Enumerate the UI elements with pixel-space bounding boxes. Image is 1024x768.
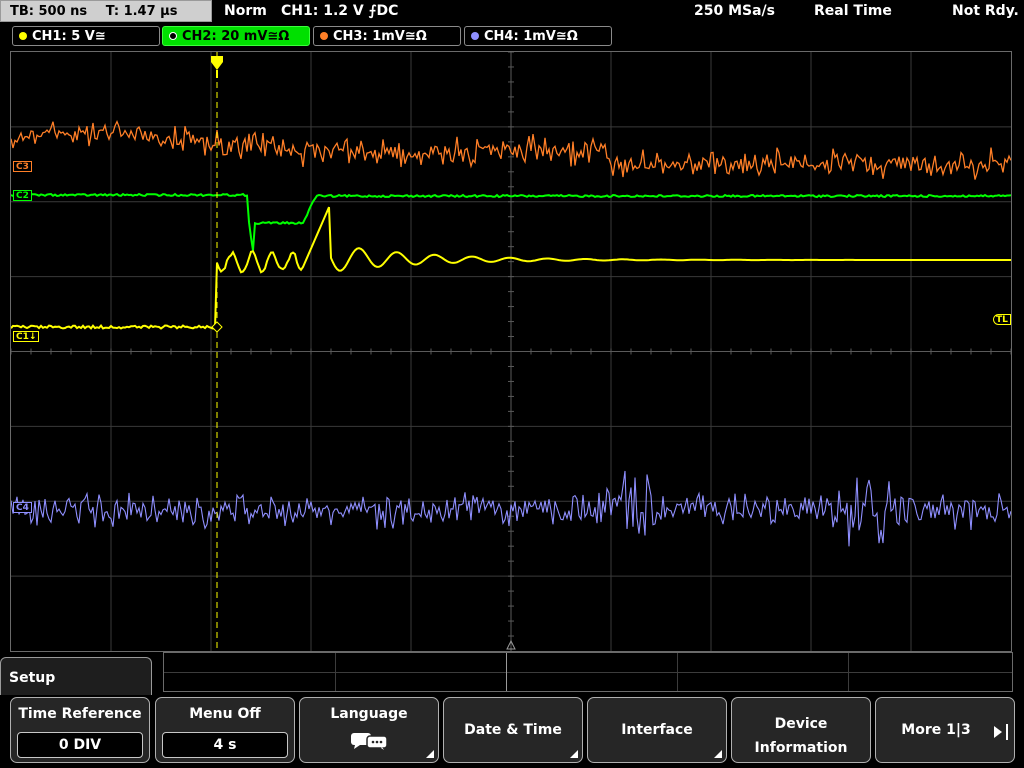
- time-reference-value: 0 DIV: [17, 732, 143, 758]
- trigger-time-label: T: 1.47 µs: [105, 4, 178, 19]
- ch3-dot-icon: [320, 32, 328, 40]
- interface-softkey[interactable]: Interface: [587, 697, 727, 763]
- ch1-offset-marker[interactable]: C1↓: [13, 331, 40, 342]
- ch4-offset-marker[interactable]: C4: [13, 502, 32, 513]
- trigger-setting-label[interactable]: CH1: 1.2 V ⨍DC: [281, 3, 398, 19]
- device-information-softkey[interactable]: Device Information: [731, 697, 871, 763]
- ch3-offset-marker[interactable]: C3: [13, 161, 32, 172]
- acquisition-state-label: Not Rdy.: [952, 3, 1019, 19]
- channel-tabs: CH1: 5 V≅ CH2: 20 mV≅Ω CH3: 1mV≅Ω CH4: 1…: [0, 26, 1024, 48]
- softkey-label: Time Reference: [18, 706, 142, 722]
- overview-gridline: [335, 653, 336, 691]
- acquisition-mode-label: Real Time: [814, 3, 892, 19]
- softkey-label: Interface: [621, 722, 693, 738]
- channel-tab-ch4[interactable]: CH4: 1mV≅Ω: [464, 26, 612, 46]
- submenu-corner-icon: [714, 750, 722, 758]
- channel-tab-label: CH4: 1mV≅Ω: [484, 29, 578, 44]
- trigger-mode-label[interactable]: Norm: [224, 3, 267, 19]
- channel-tab-label: CH2: 20 mV≅Ω: [182, 29, 290, 44]
- timebase-overview: [163, 652, 1013, 692]
- trigger-level-marker[interactable]: TL: [993, 314, 1011, 325]
- ch4-dot-icon: [471, 32, 479, 40]
- channel-tab-ch1[interactable]: CH1: 5 V≅: [12, 26, 160, 46]
- channel-tab-label: CH3: 1mV≅Ω: [333, 29, 427, 44]
- softkey-label: Device Information: [754, 716, 848, 756]
- overview-gridline: [848, 653, 849, 691]
- date-time-softkey[interactable]: Date & Time: [443, 697, 583, 763]
- next-page-arrow-icon: [994, 726, 1002, 738]
- channel-tab-ch3[interactable]: CH3: 1mV≅Ω: [313, 26, 461, 46]
- status-bar: TB: 500 ns T: 1.47 µs Norm CH1: 1.2 V ⨍D…: [0, 0, 1024, 24]
- trigger-position-icon[interactable]: [211, 56, 223, 70]
- waveform-graph: [11, 52, 1011, 651]
- next-page-bar-icon: [1006, 724, 1008, 740]
- softkey-label: Date & Time: [464, 722, 562, 738]
- timebase-box[interactable]: TB: 500 ns T: 1.47 µs: [0, 0, 212, 22]
- menu-title-tab: Setup: [0, 657, 152, 699]
- channel-tab-ch2[interactable]: CH2: 20 mV≅Ω: [162, 26, 310, 46]
- more-softkey[interactable]: More 1|3: [875, 697, 1015, 763]
- overview-center-line: [506, 653, 507, 691]
- softkey-bar: Time Reference 0 DIV Menu Off 4 s Langua…: [0, 695, 1024, 768]
- waveform-display[interactable]: C3 C2 C1↓ C4 TL: [10, 51, 1012, 652]
- channel-tab-label: CH1: 5 V≅: [32, 29, 106, 44]
- ch2-offset-marker[interactable]: C2: [13, 190, 32, 201]
- softkey-label: Language: [330, 706, 408, 722]
- submenu-corner-icon: [426, 750, 434, 758]
- ch1-dot-icon: [19, 32, 27, 40]
- language-softkey[interactable]: Language: [299, 697, 439, 763]
- overview-gridline: [164, 672, 1012, 673]
- ch2-dot-icon: [169, 32, 177, 40]
- submenu-corner-icon: [570, 750, 578, 758]
- menu-off-softkey[interactable]: Menu Off 4 s: [155, 697, 295, 763]
- time-reference-softkey[interactable]: Time Reference 0 DIV: [10, 697, 150, 763]
- menu-off-value: 4 s: [162, 732, 288, 758]
- sample-rate-label: 250 MSa/s: [694, 3, 776, 19]
- trigger-point-icon: [211, 321, 223, 333]
- softkey-label: Menu Off: [189, 706, 261, 722]
- menu-title: Setup: [9, 670, 56, 686]
- overview-gridline: [677, 653, 678, 691]
- graticule: [11, 52, 1011, 651]
- timebase-label: TB: 500 ns: [10, 4, 88, 19]
- speech-bubbles-icon: [351, 733, 388, 750]
